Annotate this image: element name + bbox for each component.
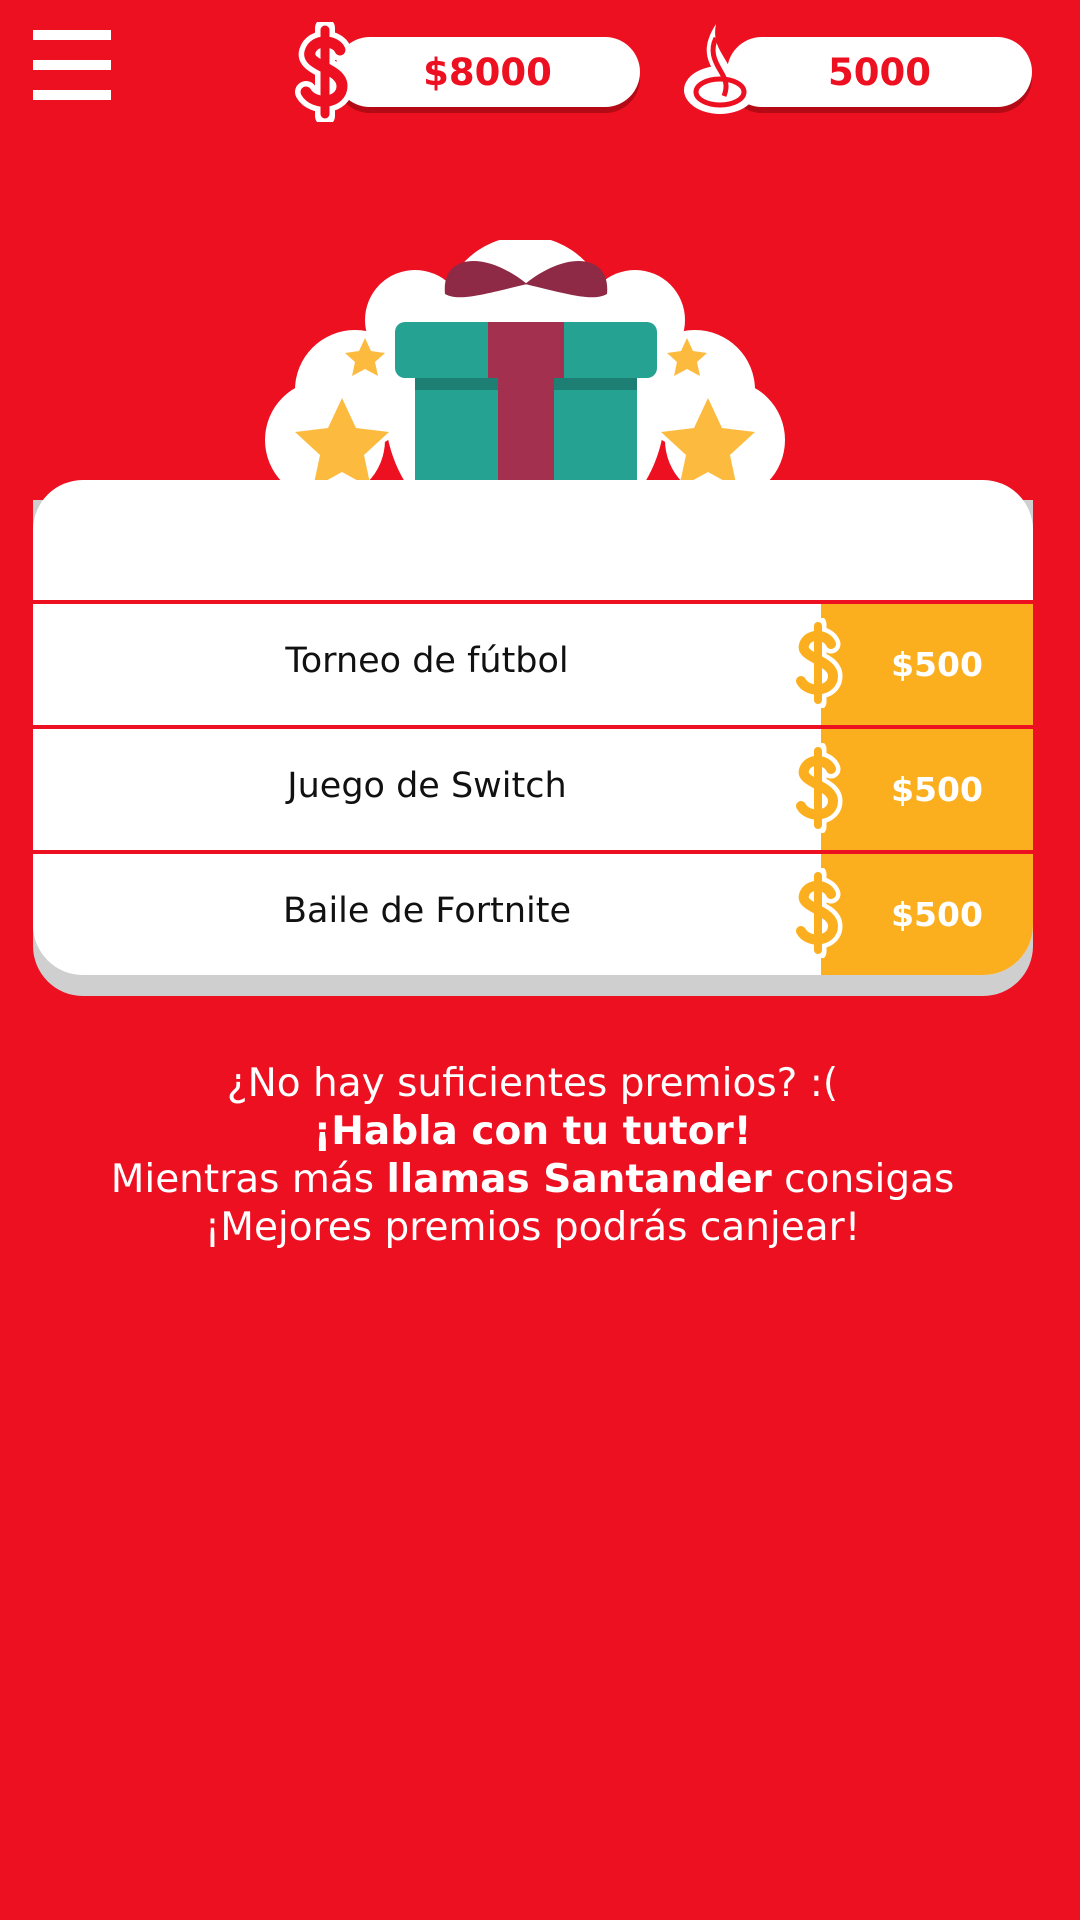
prize-row-baile-de-fortnite[interactable]: Baile de Fortnite $500 [33,850,1033,975]
prize-price: $500 [821,604,1033,725]
message-line-1: ¿No hay suficientes premios? :( [226,1061,839,1106]
message-line-2: ¡Habla con tu tutor! [40,1108,1025,1156]
message-line-4: ¡Mejores premios podrás canjear! [204,1205,861,1250]
prize-list-card: Torneo de fútbol $500 Juego de Switch $5… [33,480,1033,975]
rewards-screen: $8000 5000 Torneo de fútbol $500 Juego d… [0,0,1080,1920]
prize-row-torneo-de-futbol[interactable]: Torneo de fútbol $500 [33,600,1033,725]
message-line-3-pre: Mientras más [110,1157,387,1202]
message-line-3: Mientras más llamas Santander consigas [40,1156,1025,1204]
dollar-icon [791,618,843,708]
santander-flame-icon [684,24,756,114]
dollar-icon [791,868,843,958]
hamburger-menu-icon[interactable] [33,30,111,100]
menu-bar [33,90,111,100]
points-balance: 5000 [682,22,1032,122]
card-header-space [33,480,1033,600]
prize-name: Torneo de fútbol [285,640,569,681]
prize-row-juego-de-switch[interactable]: Juego de Switch $500 [33,725,1033,850]
dollar-icon [791,743,843,833]
menu-bar [33,30,111,40]
message-line-3-bold: llamas Santander [386,1157,772,1202]
points-value: 5000 [727,37,1032,107]
prize-price: $500 [821,854,1033,975]
money-value: $8000 [335,37,640,107]
money-balance: $8000 [290,22,640,122]
dollar-icon [295,22,354,122]
message-line-3-post: consigas [771,1157,955,1202]
prize-price: $500 [821,729,1033,850]
prize-name: Baile de Fortnite [282,890,571,931]
info-message: ¿No hay suficientes premios? :( ¡Habla c… [40,1060,1025,1252]
menu-bar [33,60,111,70]
message-line-2-bold: ¡Habla con tu tutor! [313,1109,752,1154]
prize-name: Juego de Switch [287,765,567,806]
